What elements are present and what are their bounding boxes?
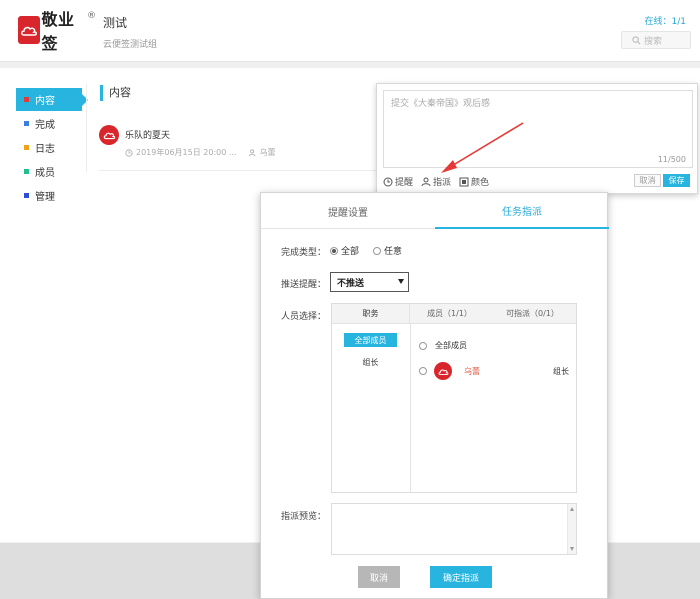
avatar (99, 125, 119, 145)
item-user-name: 乌蕾 (259, 148, 276, 157)
cloud-icon (438, 369, 448, 375)
comment-placeholder: 提交《大秦帝国》观后感 (391, 99, 491, 109)
sidebar-divider (86, 84, 87, 172)
push-value: 不推送 (337, 278, 365, 289)
color-button[interactable]: 颜色 (459, 175, 489, 188)
member-name: 乌蕾 (464, 366, 480, 376)
clock-icon (125, 148, 133, 157)
comment-toolbar: 提醒 指派 颜色 (383, 175, 497, 188)
radio-all[interactable]: 全部 (330, 244, 359, 257)
bullet-icon (24, 121, 29, 126)
people-label: 人员选择： (281, 312, 327, 322)
item-meta: 2019年06月15日 20:00 ... 乌蕾 (125, 147, 276, 158)
search-input[interactable]: 搜索 (621, 31, 691, 49)
color-square-icon (459, 177, 469, 186)
members-count: 成员（1/1） (427, 309, 472, 318)
section-title: 内容 (100, 85, 131, 101)
sidebar-item-members[interactable]: 成员 (16, 160, 86, 183)
assign-button[interactable]: 指派 (421, 175, 451, 188)
radio-unchecked-icon (419, 367, 427, 375)
comment-textarea[interactable]: 提交《大秦帝国》观后感 11/500 (383, 90, 693, 168)
sidebar-item-log[interactable]: 日志 (16, 136, 86, 159)
sidebar-item-label: 内容 (35, 96, 55, 107)
push-select[interactable]: 不推送 (330, 272, 409, 292)
logo-text: 敬业签 (41, 10, 75, 53)
item-name: 乐队的夏天 (125, 131, 171, 141)
sidebar-item-content[interactable]: 内容 (16, 88, 88, 111)
complete-type-label: 完成类型： (281, 248, 327, 258)
radio-all-label: 全部 (341, 247, 360, 257)
bullet-icon (24, 193, 29, 198)
member-role: 组长 (553, 366, 569, 376)
registered-mark: ® (87, 11, 96, 21)
confirm-assign-button[interactable]: 确定指派 (430, 566, 492, 588)
assign-label: 指派 (433, 178, 452, 188)
members-column-header: 成员（1/1） 可指派（0/1） (410, 304, 576, 323)
dropdown-arrow-icon (398, 279, 404, 284)
search-icon (632, 35, 641, 44)
cancel-button[interactable]: 取消 (358, 566, 400, 588)
assignable-count: 可指派（0/1） (506, 309, 559, 318)
users-icon (421, 177, 431, 186)
role-item-leader[interactable]: 组长 (344, 355, 397, 369)
member-all-label: 全部成员 (435, 341, 467, 350)
bullet-icon (24, 145, 29, 150)
tab-remind-settings[interactable]: 提醒设置 (261, 193, 435, 229)
preview-label: 指派预览： (281, 512, 327, 522)
member-all-option[interactable]: 全部成员 (419, 340, 467, 351)
list-item[interactable]: 乐队的夏天 2019年06月15日 20:00 ... 乌蕾 (99, 121, 379, 171)
cloud-icon (18, 16, 40, 44)
assign-preview-textarea[interactable] (331, 503, 577, 555)
item-datetime: 2019年06月15日 20:00 ... (136, 148, 237, 157)
role-item-all[interactable]: 全部成员 (344, 333, 397, 347)
member-row[interactable]: 乌蕾 组长 (419, 362, 569, 380)
comment-cancel-button[interactable]: 取消 (634, 174, 661, 187)
radio-unchecked-icon (373, 246, 382, 255)
page-title: 测试 (103, 16, 128, 30)
radio-unchecked-icon (419, 341, 427, 350)
annotation-arrow (441, 122, 524, 173)
radio-any-label: 任意 (384, 247, 403, 257)
column-divider (410, 324, 411, 492)
sidebar-item-label: 日志 (35, 144, 55, 155)
push-label: 推送提醒： (281, 280, 327, 290)
page-subtitle: 云便签测试组 (103, 40, 158, 50)
sidebar-item-manage[interactable]: 管理 (16, 184, 86, 207)
people-selector: 职务 成员（1/1） 可指派（0/1） 全部成员 组长 全部成员 乌蕾 组长 (331, 303, 577, 493)
avatar (434, 362, 452, 380)
scrollbar[interactable] (567, 504, 576, 554)
users-icon (248, 148, 255, 156)
cloud-icon (103, 132, 115, 140)
scroll-up-icon[interactable] (570, 507, 574, 511)
bullet-icon (24, 97, 29, 102)
sidebar-item-done[interactable]: 完成 (16, 112, 86, 135)
radio-any[interactable]: 任意 (373, 244, 402, 257)
logo: 敬业签 ® (18, 10, 96, 53)
role-column-header: 职务 (332, 304, 410, 323)
remind-label: 提醒 (395, 178, 414, 188)
dialog-tabs: 提醒设置 任务指派 (261, 193, 609, 229)
app-header: 敬业签 ® 测试 云便签测试组 在线：1/1 搜索 (0, 0, 700, 62)
sidebar: 内容 完成 日志 成员 管理 (16, 88, 88, 208)
comment-save-button[interactable]: 保存 (663, 174, 690, 187)
sidebar-item-label: 管理 (35, 192, 55, 203)
search-placeholder: 搜索 (644, 36, 663, 47)
sidebar-item-label: 成员 (35, 168, 55, 179)
online-status: 在线：1/1 (644, 17, 687, 27)
people-header: 职务 成员（1/1） 可指派（0/1） (332, 304, 576, 324)
clock-icon (383, 177, 393, 186)
color-label: 颜色 (471, 178, 490, 188)
complete-type-radios: 全部 任意 (330, 244, 416, 257)
bullet-icon (24, 169, 29, 174)
tab-task-assign[interactable]: 任务指派 (435, 193, 609, 229)
sidebar-item-label: 完成 (35, 120, 55, 131)
remind-button[interactable]: 提醒 (383, 175, 413, 188)
char-count: 11/500 (657, 155, 686, 164)
radio-checked-icon (330, 246, 338, 255)
item-user: 乌蕾 (248, 147, 276, 158)
scroll-down-icon[interactable] (570, 547, 574, 551)
